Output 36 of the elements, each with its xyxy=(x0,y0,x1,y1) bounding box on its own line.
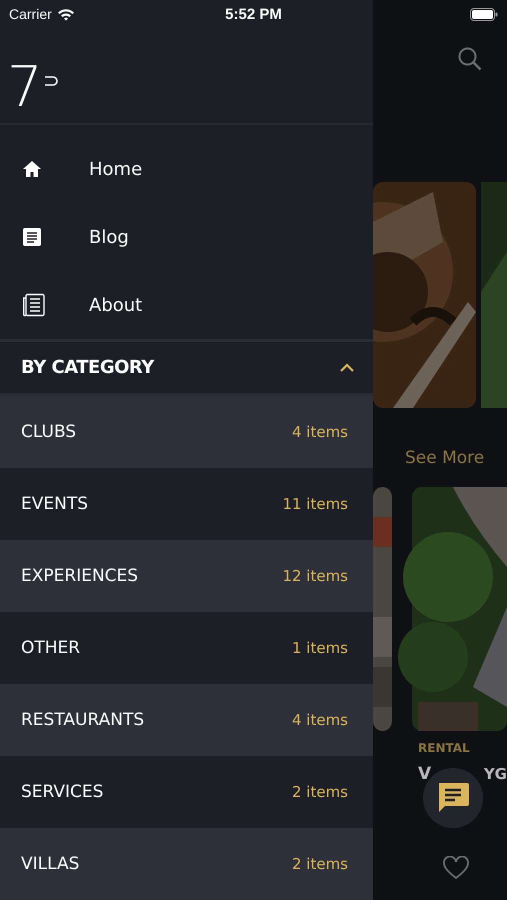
category-row[interactable]: CLUBS 4 items xyxy=(0,396,373,468)
home-icon xyxy=(22,160,42,178)
item-count: 1 items xyxy=(292,639,348,657)
card-title-fragment: V xyxy=(418,764,432,784)
item-count: 2 items xyxy=(292,855,348,873)
clock-time: 5:52 PM xyxy=(225,6,282,22)
item-count: 12 items xyxy=(282,567,348,585)
logo: 7 xyxy=(7,60,58,116)
item-count: 11 items xyxy=(282,495,348,513)
carrier-label: Carrier xyxy=(9,6,52,22)
category-row[interactable]: VILLAS 2 items xyxy=(0,828,373,900)
nav-item[interactable]: Blog xyxy=(0,203,373,272)
wifi-icon xyxy=(56,8,75,20)
nav-item[interactable]: About xyxy=(0,271,373,340)
item-count: 4 items xyxy=(292,423,348,441)
newspaper-icon xyxy=(22,293,46,318)
category-row[interactable]: RESTAURANTS 4 items xyxy=(0,684,373,756)
category-name: EXPERIENCES xyxy=(21,566,138,586)
search-icon[interactable] xyxy=(457,46,483,72)
heart-icon[interactable] xyxy=(442,856,470,880)
card-tag: RENTAL xyxy=(418,741,470,755)
item-count: 2 items xyxy=(292,783,348,801)
category-name: RESTAURANTS xyxy=(21,710,144,730)
category-name: CLUBS xyxy=(21,422,76,442)
see-more-link[interactable]: See More xyxy=(405,448,484,468)
nav-item[interactable]: Home xyxy=(0,135,373,204)
document-icon xyxy=(22,227,42,248)
battery-icon xyxy=(470,8,498,20)
category-name: OTHER xyxy=(21,638,80,658)
card-title-fragment: YG xyxy=(484,765,507,783)
category-name: VILLAS xyxy=(21,854,80,874)
item-count: 4 items xyxy=(292,711,348,729)
category-row[interactable]: EXPERIENCES 12 items xyxy=(0,540,373,612)
chat-icon xyxy=(436,782,470,814)
category-name: EVENTS xyxy=(21,494,88,514)
category-name: SERVICES xyxy=(21,782,104,802)
